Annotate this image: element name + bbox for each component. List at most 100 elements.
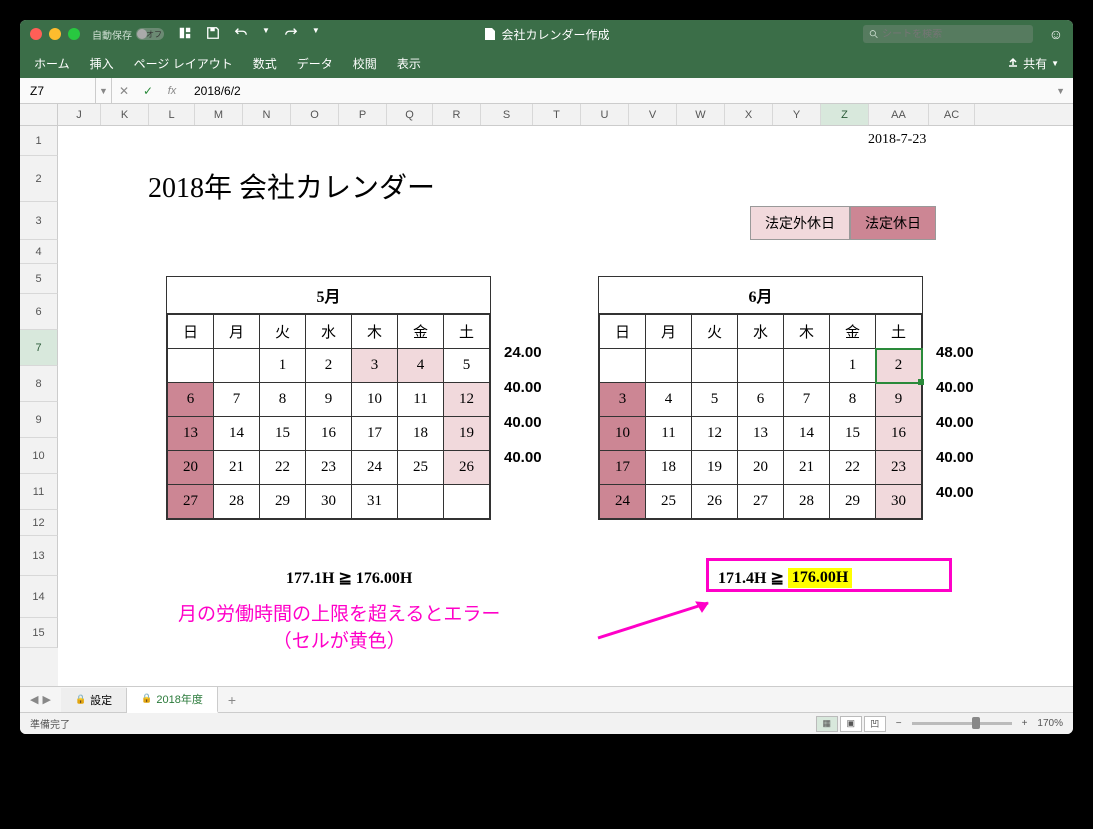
search-box[interactable]	[863, 25, 1033, 43]
cal-cell[interactable]: 12	[444, 383, 490, 417]
cal-cell[interactable]: 27	[168, 485, 214, 519]
row-header-12[interactable]: 12	[20, 510, 58, 536]
cal-cell[interactable]: 21	[214, 451, 260, 485]
row-header-8[interactable]: 8	[20, 366, 58, 402]
cal-cell[interactable]: 30	[876, 485, 922, 519]
expand-formula-icon[interactable]: ▼	[1048, 86, 1073, 96]
row-header-2[interactable]: 2	[20, 156, 58, 202]
cal-cell[interactable]: 10	[600, 417, 646, 451]
tab-data[interactable]: データ	[297, 55, 333, 72]
cal-cell[interactable]: 17	[352, 417, 398, 451]
maximize-button[interactable]	[68, 28, 80, 40]
fx-icon[interactable]: fx	[160, 85, 184, 97]
row-header-15[interactable]: 15	[20, 618, 58, 648]
sheet-area[interactable]: 2018-7-23 2018年 会社カレンダー 法定外休日 法定休日 5月 日月…	[58, 126, 1073, 686]
cal-cell[interactable]: 18	[398, 417, 444, 451]
row-header-13[interactable]: 13	[20, 536, 58, 576]
col-header-W[interactable]: W	[677, 104, 725, 125]
cal-cell[interactable]: 6	[738, 383, 784, 417]
autosave-toggle[interactable]: 自動保存 オフ	[92, 27, 164, 42]
cal-cell[interactable]: 28	[784, 485, 830, 519]
cal-cell[interactable]: 4	[398, 349, 444, 383]
close-button[interactable]	[30, 28, 42, 40]
cal-cell[interactable]: 22	[830, 451, 876, 485]
row-header-1[interactable]: 1	[20, 126, 58, 156]
cal-cell[interactable]: 15	[260, 417, 306, 451]
row-header-10[interactable]: 10	[20, 438, 58, 474]
cal-cell[interactable]: 9	[876, 383, 922, 417]
undo-icon[interactable]	[234, 26, 248, 43]
col-header-X[interactable]: X	[725, 104, 773, 125]
cal-cell[interactable]: 23	[306, 451, 352, 485]
cal-cell[interactable]: 26	[444, 451, 490, 485]
sheet-tab-settings[interactable]: 🔒設定	[61, 688, 127, 712]
col-header-AC[interactable]: AC	[929, 104, 975, 125]
col-header-AA[interactable]: AA	[869, 104, 929, 125]
cal-cell[interactable]: 15	[830, 417, 876, 451]
undo-dropdown-icon[interactable]: ▼	[262, 26, 270, 43]
zoom-slider[interactable]	[912, 722, 1012, 725]
feedback-icon[interactable]: ☺	[1049, 26, 1063, 42]
row-header-14[interactable]: 14	[20, 576, 58, 618]
cal-cell[interactable]: 24	[352, 451, 398, 485]
col-header-T[interactable]: T	[533, 104, 581, 125]
cal-cell[interactable]: 29	[830, 485, 876, 519]
minimize-button[interactable]	[49, 28, 61, 40]
cancel-icon[interactable]: ✕	[112, 84, 136, 98]
namebox-dropdown[interactable]: ▼	[96, 78, 112, 103]
cal-cell[interactable]	[168, 349, 214, 383]
cal-cell[interactable]: 28	[214, 485, 260, 519]
col-header-K[interactable]: K	[101, 104, 149, 125]
cal-cell[interactable]: 1	[260, 349, 306, 383]
row-header-3[interactable]: 3	[20, 202, 58, 240]
tab-prev-icon[interactable]: ◀	[30, 693, 38, 706]
confirm-icon[interactable]: ✓	[136, 84, 160, 98]
tab-home[interactable]: ホーム	[34, 55, 70, 72]
cal-cell[interactable]: 31	[352, 485, 398, 519]
redo-icon[interactable]	[284, 26, 298, 43]
cal-cell[interactable]: 7	[214, 383, 260, 417]
cal-cell[interactable]: 1	[830, 349, 876, 383]
cal-cell[interactable]: 24	[600, 485, 646, 519]
cal-cell[interactable]: 19	[692, 451, 738, 485]
cal-cell[interactable]: 8	[260, 383, 306, 417]
cal-cell[interactable]: 5	[444, 349, 490, 383]
cal-cell[interactable]: 22	[260, 451, 306, 485]
home-icon[interactable]	[178, 26, 192, 43]
col-header-V[interactable]: V	[629, 104, 677, 125]
cal-cell[interactable]: 7	[784, 383, 830, 417]
cal-cell[interactable]: 20	[168, 451, 214, 485]
col-header-O[interactable]: O	[291, 104, 339, 125]
col-header-J[interactable]: J	[58, 104, 101, 125]
col-header-R[interactable]: R	[433, 104, 481, 125]
cal-cell[interactable]: 29	[260, 485, 306, 519]
cal-cell[interactable]: 20	[738, 451, 784, 485]
row-header-7[interactable]: 7	[20, 330, 58, 366]
select-all-corner[interactable]	[20, 104, 58, 125]
cal-cell[interactable]	[646, 349, 692, 383]
cal-cell[interactable]: 25	[398, 451, 444, 485]
cal-cell[interactable]: 18	[646, 451, 692, 485]
cal-cell[interactable]: 23	[876, 451, 922, 485]
col-header-P[interactable]: P	[339, 104, 387, 125]
col-header-N[interactable]: N	[243, 104, 291, 125]
tab-view[interactable]: 表示	[397, 55, 421, 72]
tab-pagelayout[interactable]: ページ レイアウト	[134, 55, 233, 72]
cal-cell[interactable]: 6	[168, 383, 214, 417]
col-header-U[interactable]: U	[581, 104, 629, 125]
cal-cell[interactable]: 10	[352, 383, 398, 417]
cal-cell[interactable]: 2	[306, 349, 352, 383]
share-button[interactable]: 共有 ▼	[1007, 55, 1059, 72]
cal-cell[interactable]	[600, 349, 646, 383]
col-header-Y[interactable]: Y	[773, 104, 821, 125]
col-header-L[interactable]: L	[149, 104, 195, 125]
cal-cell[interactable]: 25	[646, 485, 692, 519]
cal-cell[interactable]: 19	[444, 417, 490, 451]
cal-cell[interactable]	[692, 349, 738, 383]
view-pagebreak-button[interactable]: 凹	[864, 716, 886, 732]
tab-formulas[interactable]: 数式	[253, 55, 277, 72]
row-header-6[interactable]: 6	[20, 294, 58, 330]
redo-dropdown-icon[interactable]: ▼	[312, 26, 320, 43]
col-header-S[interactable]: S	[481, 104, 533, 125]
tab-next-icon[interactable]: ▶	[42, 693, 50, 706]
